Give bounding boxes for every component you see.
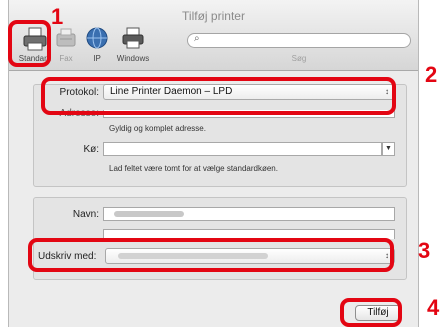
queue-field[interactable] [103, 142, 382, 156]
name-label: Navn: [72, 209, 99, 220]
callout-box-3 [28, 238, 394, 272]
callout-box-2 [41, 77, 396, 115]
search-label: Søg [291, 54, 307, 63]
toolbar-ip-button[interactable]: IP [82, 26, 112, 66]
toolbar-label-fax: Fax [59, 54, 73, 63]
add-printer-window: Tilføj printer Standard Fax IP Windows ⌕… [8, 0, 419, 327]
search-icon: ⌕ [194, 33, 200, 44]
name-field[interactable] [103, 207, 395, 221]
callout-box-1 [8, 20, 51, 67]
queue-label: Kø: [83, 144, 99, 155]
redacted-name [114, 211, 184, 217]
callout-number-1: 1 [51, 4, 64, 29]
search-input[interactable]: ⌕ [187, 33, 411, 48]
windows-printer-icon [122, 27, 144, 49]
ip-globe-icon [86, 27, 108, 49]
address-hint: Gyldig og komplet adresse. [109, 124, 206, 133]
callout-number-4: 4 [427, 295, 440, 320]
callout-number-3: 3 [418, 238, 431, 263]
queue-dropdown-button[interactable]: ▼ [382, 142, 395, 156]
toolbar-label-windows: Windows [116, 54, 150, 63]
queue-hint: Lad feltet være tomt for at vælge standa… [109, 164, 278, 173]
toolbar-fax-button[interactable]: Fax [51, 26, 81, 66]
chevron-down-icon: ▼ [385, 145, 392, 152]
callout-box-4 [340, 298, 402, 327]
toolbar-windows-button[interactable]: Windows [113, 26, 153, 66]
toolbar-label-ip: IP [93, 54, 101, 63]
callout-number-2: 2 [425, 62, 438, 87]
toolbar: Tilføj printer Standard Fax IP Windows ⌕… [9, 0, 418, 71]
window-title: Tilføj printer [182, 9, 245, 23]
